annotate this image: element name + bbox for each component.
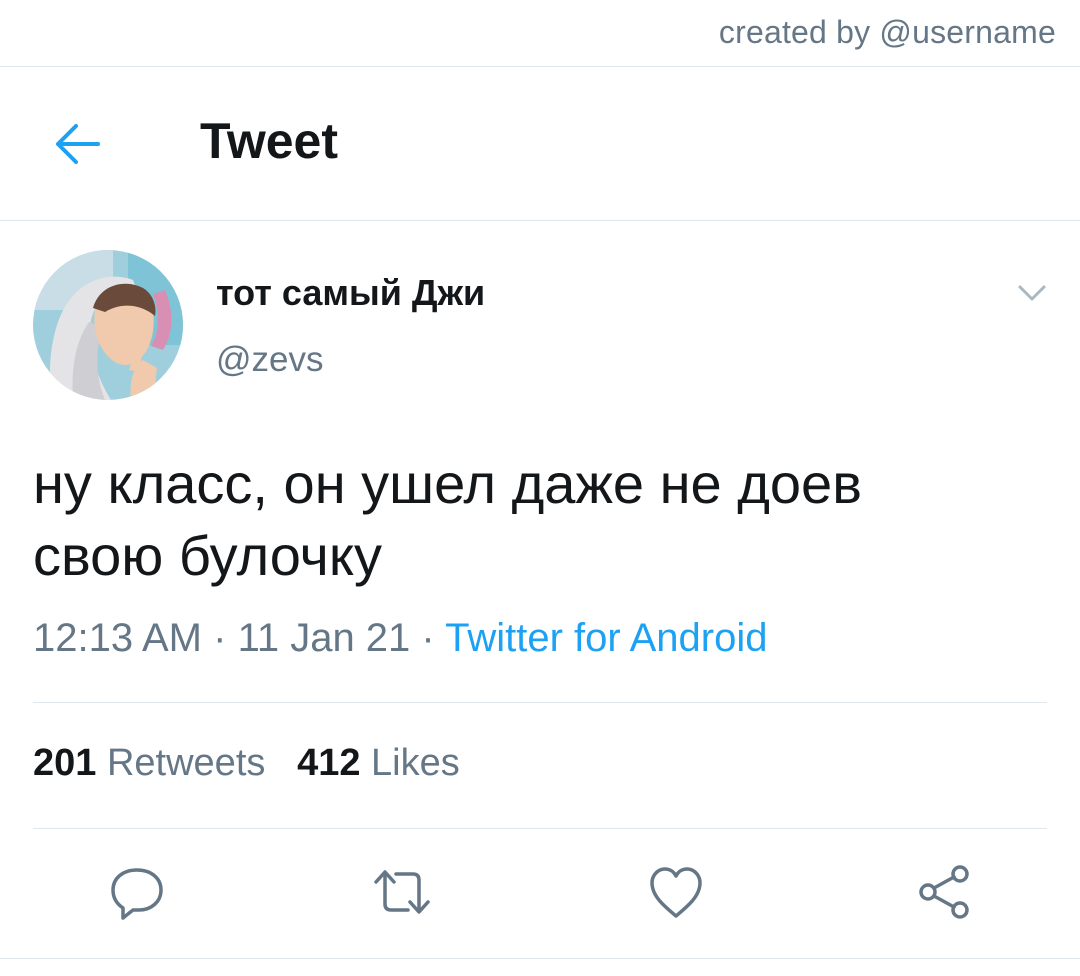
header: Tweet — [0, 68, 1080, 220]
likes-count: 412 — [297, 742, 361, 784]
bottom-divider — [0, 958, 1080, 959]
like-button[interactable] — [646, 862, 706, 922]
tweet-time: 12:13 AM — [33, 616, 203, 660]
chevron-down-icon — [1018, 285, 1046, 301]
tweet-date: 11 Jan 21 — [237, 616, 411, 660]
tweet-meta: 12:13 AM · 11 Jan 21 · Twitter for Andro… — [33, 616, 768, 661]
arrow-left-icon — [56, 124, 100, 164]
tweet-text-line-1: ну класс, он ушел даже не доев — [33, 452, 862, 515]
likes-stat[interactable]: 412 Likes — [297, 742, 460, 784]
reply-icon — [111, 868, 163, 920]
retweet-button[interactable] — [372, 862, 432, 922]
meta-separator: · — [202, 616, 238, 660]
header-divider — [0, 220, 1080, 221]
tweet-stats: 201 Retweets 412 Likes — [33, 742, 460, 785]
share-button[interactable] — [914, 862, 974, 922]
retweets-label: Retweets — [106, 742, 266, 784]
back-button[interactable] — [50, 120, 104, 168]
reply-button[interactable] — [107, 862, 167, 922]
avatar-image — [33, 250, 183, 400]
top-divider — [0, 66, 1080, 67]
share-icon — [919, 865, 969, 919]
retweets-stat[interactable]: 201 Retweets — [33, 742, 265, 784]
watermark: created by @username — [718, 14, 1056, 50]
page-title: Tweet — [200, 113, 338, 169]
retweets-count: 201 — [33, 742, 97, 784]
likes-label: Likes — [371, 742, 460, 784]
tweet-source-link[interactable]: Twitter for Android — [445, 616, 767, 660]
meta-divider — [33, 702, 1047, 703]
stats-divider — [33, 828, 1047, 829]
tweet-menu-button[interactable] — [1012, 278, 1052, 308]
display-name[interactable]: тот самый Джи — [216, 272, 485, 314]
retweet-icon — [374, 870, 430, 914]
avatar[interactable] — [33, 250, 183, 400]
heart-icon — [650, 867, 702, 918]
user-handle[interactable]: @zevs — [216, 340, 324, 380]
meta-separator: · — [410, 616, 446, 660]
tweet-text-line-2: свою булочку — [33, 524, 382, 587]
tweet-text: ну класс, он ушел даже не доев свою було… — [33, 448, 1043, 592]
